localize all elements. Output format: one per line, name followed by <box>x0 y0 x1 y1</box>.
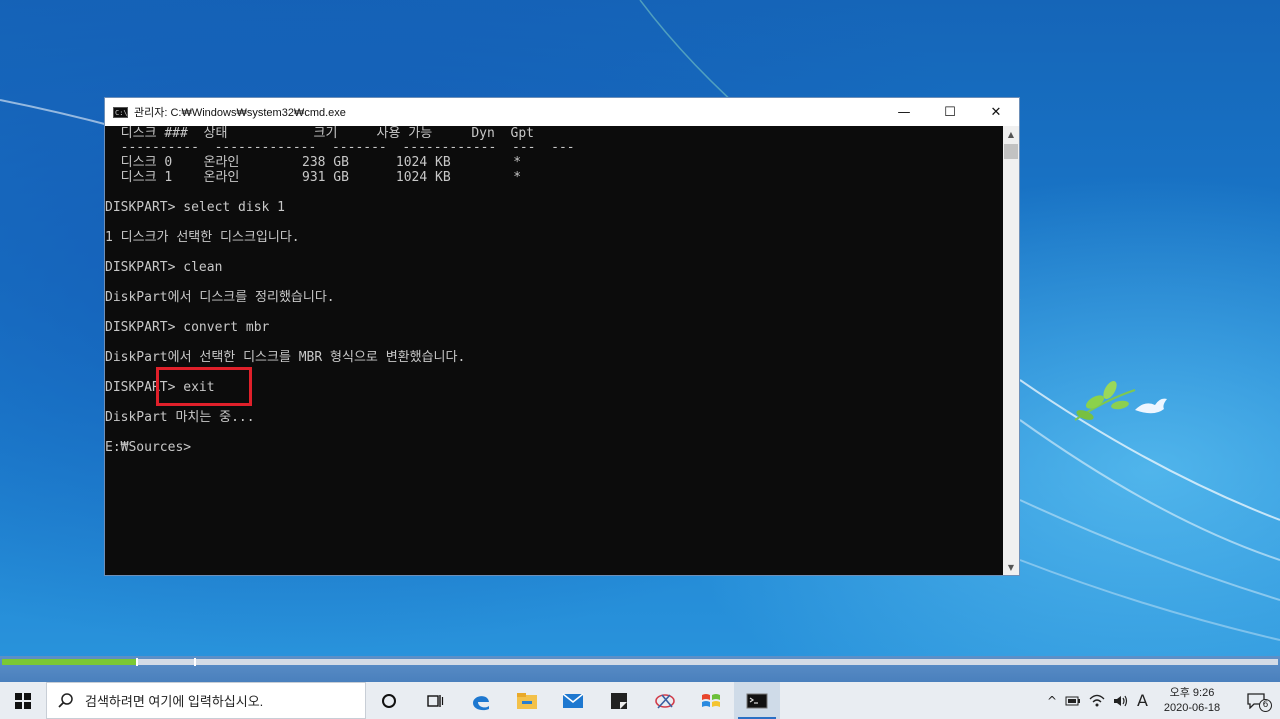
wifi-icon <box>1089 694 1105 706</box>
ime-indicator: A <box>1137 691 1148 710</box>
console-line: E:₩Sources> <box>105 440 192 455</box>
input-method-button[interactable]: A <box>1133 682 1152 719</box>
windows-logo-icon <box>15 692 31 709</box>
console-line: DiskPart에서 선택한 디스크를 MBR 형식으로 변환했습니다. <box>105 350 466 365</box>
progress-separator <box>136 658 138 666</box>
action-center-button[interactable]: 6 <box>1232 682 1280 719</box>
task-view-icon <box>382 693 396 708</box>
search-placeholder: 검색하려면 여기에 입력하십시오. <box>85 694 264 709</box>
maximize-icon: ☐ <box>944 104 956 120</box>
snipping-tool-icon <box>655 693 675 709</box>
file-explorer-icon <box>517 692 537 709</box>
sticky-notes-button[interactable] <box>596 682 642 719</box>
search-icon <box>58 692 73 708</box>
scroll-up-icon[interactable]: ▲ <box>1003 126 1019 142</box>
console-line: DISKPART> select disk 1 <box>105 200 286 215</box>
progress-fill <box>2 659 136 665</box>
volume-button[interactable] <box>1109 682 1133 719</box>
console-line: 디스크 1 온라인 931 GB 1024 KB * <box>105 170 522 185</box>
snipping-tool-button[interactable] <box>642 682 688 719</box>
console-line: 디스크 0 온라인 238 GB 1024 KB * <box>105 155 522 170</box>
scroll-thumb[interactable] <box>1004 144 1018 159</box>
dove-branch-icon <box>1074 380 1167 421</box>
clock-time: 오후 9:26 <box>1169 686 1215 699</box>
timeline-icon <box>427 694 444 707</box>
console-output[interactable]: 디스크 ### 상태 크기 사용 가능 Dyn Gpt ---------- -… <box>105 126 1003 575</box>
cmd-window[interactable]: C:\ 관리자: C:₩Windows₩system32₩cmd.exe — ☐… <box>104 97 1020 576</box>
mail-button[interactable] <box>550 682 596 719</box>
notification-count: 6 <box>1259 699 1272 712</box>
mail-icon <box>562 692 584 708</box>
start-button[interactable] <box>0 682 46 719</box>
task-view-button[interactable] <box>366 682 412 719</box>
edge-icon <box>473 695 489 710</box>
scroll-down-icon[interactable]: ▼ <box>1003 559 1019 575</box>
close-icon: ✕ <box>990 104 1002 120</box>
speaker-icon <box>1114 695 1128 706</box>
progress-separator <box>194 658 196 666</box>
timeline-button[interactable] <box>412 682 458 719</box>
clock-date: 2020-06-18 <box>1163 701 1221 714</box>
setup-progress-strip <box>0 656 1280 682</box>
battery-button[interactable] <box>1061 682 1085 719</box>
window-titlebar[interactable]: C:\ 관리자: C:₩Windows₩system32₩cmd.exe — ☐… <box>105 98 1019 126</box>
exit-command-highlight <box>156 367 252 406</box>
minimize-button[interactable]: — <box>881 98 927 126</box>
system-tray: ^ A 오후 9:26 2020-06-18 6 <box>1043 682 1280 719</box>
windows-setup-icon <box>702 693 720 707</box>
chevron-up-icon: ^ <box>1046 693 1058 708</box>
console-line: DISKPART> clean <box>105 260 223 275</box>
window-title: 관리자: C:₩Windows₩system32₩cmd.exe <box>134 107 346 119</box>
console-line: 디스크 ### 상태 크기 사용 가능 Dyn Gpt <box>105 126 534 141</box>
console-line: DiskPart에서 디스크를 정리했습니다. <box>105 290 335 305</box>
taskbar: 검색하려면 여기에 입력하십시오. ^ A 오후 9:26 2020-06-18… <box>0 682 1280 719</box>
taskbar-search-box[interactable]: 검색하려면 여기에 입력하십시오. <box>46 682 366 719</box>
cmd-app-icon: C:\ <box>113 106 128 118</box>
cmd-icon <box>746 693 768 708</box>
close-button[interactable]: ✕ <box>973 98 1019 126</box>
cmd-taskbar-button[interactable] <box>734 682 780 719</box>
console-line: ---------- ------------- ------- -------… <box>105 140 575 155</box>
windows-setup-button[interactable] <box>688 682 734 719</box>
console-scrollbar[interactable]: ▲ ▼ <box>1003 126 1019 575</box>
edge-button[interactable] <box>458 682 504 719</box>
clock-button[interactable]: 오후 9:26 2020-06-18 <box>1152 686 1232 716</box>
maximize-button[interactable]: ☐ <box>927 98 973 126</box>
network-button[interactable] <box>1085 682 1109 719</box>
file-explorer-button[interactable] <box>504 682 550 719</box>
sticky-notes-icon <box>611 692 627 709</box>
console-line: 1 디스크가 선택한 디스크입니다. <box>105 230 300 245</box>
battery-icon <box>1065 696 1081 705</box>
console-line: DISKPART> convert mbr <box>105 320 270 335</box>
show-hidden-icons-button[interactable]: ^ <box>1043 682 1061 719</box>
console-line: DiskPart 마치는 중... <box>105 410 255 425</box>
minimize-icon: — <box>897 104 911 120</box>
